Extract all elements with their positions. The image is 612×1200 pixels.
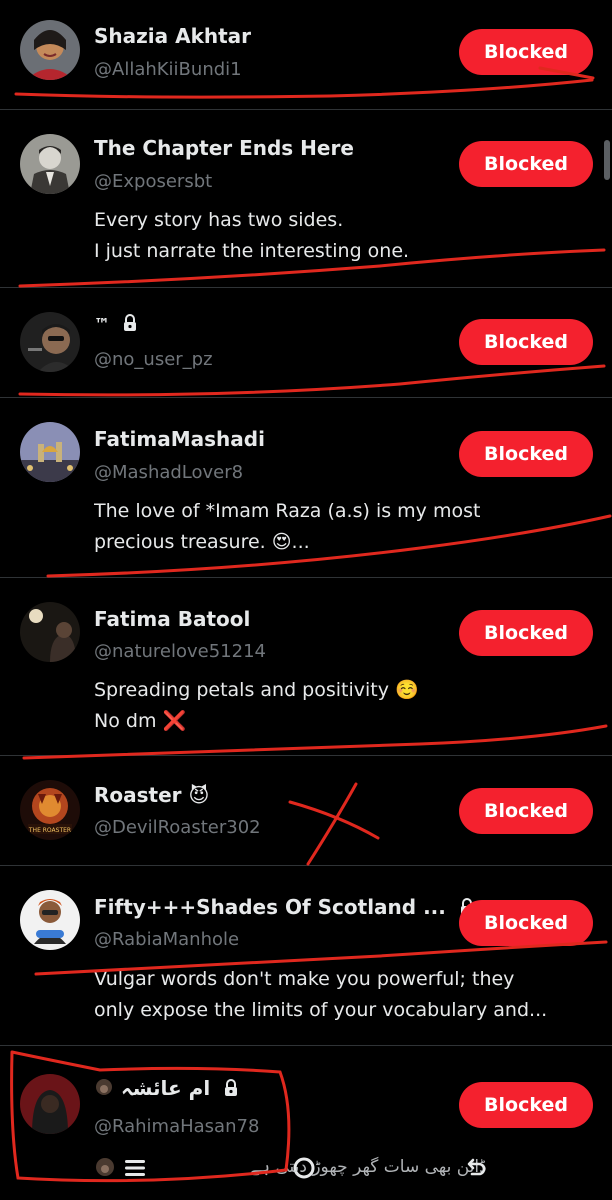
list-item[interactable]: Fifty+++Shades Of Scotland ... @RabiaMan… <box>0 866 612 1046</box>
avatar[interactable] <box>20 890 80 950</box>
blocked-button[interactable]: Blocked <box>459 141 593 187</box>
user-handle: @naturelove51214 <box>94 641 266 662</box>
bio-line: Every story has two sides. <box>94 209 344 231</box>
bio-line: No dm ❌ <box>94 710 187 732</box>
display-name: Fifty+++Shades Of Scotland ... <box>94 895 475 921</box>
list-item[interactable]: ™ @no_user_pz Blocked <box>0 288 612 398</box>
user-handle: @AllahKiiBundi1 <box>94 59 242 80</box>
avatar[interactable] <box>20 1074 80 1134</box>
avatar[interactable] <box>20 422 80 482</box>
display-name: ام عائشہ <box>94 1076 239 1102</box>
avatar[interactable] <box>20 20 80 80</box>
blocked-button[interactable]: Blocked <box>459 319 593 365</box>
list-item[interactable]: The Chapter Ends Here @Exposersbt Blocke… <box>0 110 612 288</box>
avatar[interactable] <box>20 602 80 662</box>
scrollbar[interactable] <box>604 140 610 180</box>
avatar[interactable] <box>20 312 80 372</box>
avatar[interactable]: THE ROASTER <box>20 780 80 840</box>
list-item[interactable]: Fatima Batool @naturelove51214 Blocked S… <box>0 578 612 756</box>
user-bio: Every story has two sides. I just narrat… <box>94 205 588 267</box>
user-handle: @DevilRoaster302 <box>94 817 261 838</box>
display-name: The Chapter Ends Here <box>94 136 354 160</box>
display-name-text: Fifty+++Shades Of Scotland ... <box>94 895 446 919</box>
user-bio: Vulgar words don't make you powerful; th… <box>94 964 588 1026</box>
bio-line: precious treasure. 😍... <box>94 531 310 553</box>
user-handle: @Exposersbt <box>94 171 213 192</box>
display-name: Fatima Batool <box>94 607 251 631</box>
display-name-text: ™ <box>94 314 110 334</box>
blocked-button[interactable]: Blocked <box>459 29 593 75</box>
back-icon[interactable] <box>464 1156 488 1184</box>
display-name: FatimaMashadi <box>94 427 265 451</box>
gorilla-emoji-icon <box>94 1077 114 1102</box>
avatar[interactable] <box>20 134 80 194</box>
blocked-button[interactable]: Blocked <box>459 1082 593 1128</box>
lock-icon <box>223 1078 239 1102</box>
bio-line: I just narrate the interesting one. <box>94 240 410 262</box>
user-handle: @RabiaManhole <box>94 929 240 950</box>
blocked-button[interactable]: Blocked <box>459 431 593 477</box>
bio-line: The love of *Imam Raza (a.s) is my most <box>94 500 481 522</box>
blocked-button[interactable]: Blocked <box>459 788 593 834</box>
display-name-text: ام عائشہ <box>120 1076 211 1100</box>
bio-line: Spreading petals and positivity ☺️ <box>94 679 419 701</box>
user-bio: The love of *Imam Raza (a.s) is my most … <box>94 496 588 558</box>
list-item[interactable]: THE ROASTER Roaster 😈 @DevilRoaster302 B… <box>0 756 612 866</box>
user-handle: @no_user_pz <box>94 349 213 370</box>
bio-line: Vulgar words don't make you powerful; th… <box>94 968 515 990</box>
blocked-button[interactable]: Blocked <box>459 610 593 656</box>
avatar-label: THE ROASTER <box>28 827 71 834</box>
list-item[interactable]: ام عائشہ @RahimaHasan78 Blocked <box>0 1046 612 1140</box>
bottom-bar: ڈائن بھی سات گھر چھوڑ دیتی ہے <box>0 1140 612 1200</box>
blocked-button[interactable]: Blocked <box>459 900 593 946</box>
list-item[interactable]: Shazia Akhtar @AllahKiiBundi1 Blocked <box>0 0 612 110</box>
display-name: Shazia Akhtar <box>94 24 252 48</box>
bio-line: only expose the limits of your vocabular… <box>94 999 548 1021</box>
blocked-accounts-list: Shazia Akhtar @AllahKiiBundi1 Blocked Th… <box>0 0 612 1200</box>
user-bio: Spreading petals and positivity ☺️ No dm… <box>94 675 588 737</box>
list-item[interactable]: FatimaMashadi @MashadLover8 Blocked The … <box>0 398 612 578</box>
display-name: Roaster 😈 <box>94 783 210 807</box>
lock-icon <box>122 314 138 336</box>
gorilla-icon <box>94 1156 116 1182</box>
bottom-bar-text: ڈائن بھی سات گھر چھوڑ دیتی ہے <box>250 1157 487 1177</box>
display-name: ™ <box>94 314 138 336</box>
user-handle: @MashadLover8 <box>94 462 244 483</box>
menu-icon[interactable] <box>125 1158 145 1182</box>
user-handle: @RahimaHasan78 <box>94 1116 260 1137</box>
